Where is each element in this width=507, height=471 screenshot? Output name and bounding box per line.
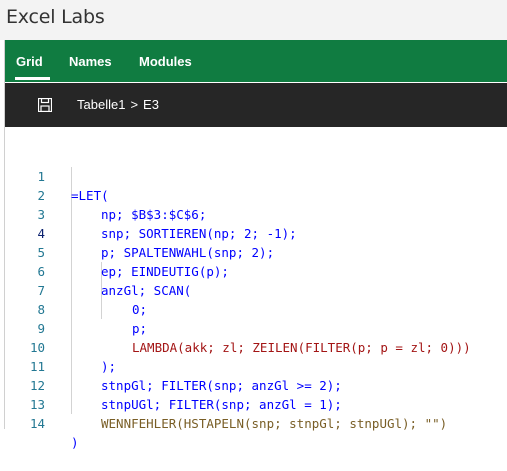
line-number: 14 <box>29 416 45 431</box>
breadcrumb-sheet[interactable]: Tabelle1 <box>77 97 125 112</box>
tab-bar: Grid Names Modules <box>5 40 507 82</box>
title-bar: Excel Labs <box>0 0 507 40</box>
breadcrumb-cell[interactable]: E3 <box>143 97 159 112</box>
code-line: 5 ep; EINDEUTIG(p); <box>5 224 507 279</box>
tab-names[interactable]: Names <box>69 54 112 69</box>
code-line: 8 p; <box>5 281 507 336</box>
tab-modules[interactable]: Modules <box>139 54 192 69</box>
save-icon[interactable] <box>38 98 52 112</box>
breadcrumb-bar: Tabelle1 > E3 <box>5 83 507 127</box>
code-text: WENNFEHLER(HSTAPELN(snp; stnpGl; stnpUGl… <box>101 416 448 431</box>
code-line: 13 WENNFEHLER(HSTAPELN(snp; stnpGl; stnp… <box>5 376 507 431</box>
active-tab-indicator <box>15 77 50 80</box>
code-line: 11 stnpGl; FILTER(snp; anzGl >= 2); <box>5 338 507 393</box>
formula-editor[interactable]: 1 =LET( 2 np; $B$3:$C$6; 3 snp; SORTIERE… <box>5 148 507 450</box>
code-line: 3 snp; SORTIEREN(np; 2; -1); <box>5 186 507 241</box>
code-line: 9 LAMBDA(akk; zl; ZEILEN(FILTER(p; p = z… <box>5 300 507 355</box>
code-line: 2 np; $B$3:$C$6; <box>5 167 507 222</box>
code-line: 14 ) <box>5 395 507 450</box>
code-line: 10 ); <box>5 319 507 374</box>
code-line: 12 stnpUGl; FILTER(snp; anzGl = 1); <box>5 357 507 412</box>
code-line: 4 p; SPALTENWAHL(snp; 2); <box>5 205 507 260</box>
breadcrumb-separator: > <box>130 97 139 112</box>
code-line: 1 =LET( <box>5 148 507 203</box>
addin-panel: Grid Names Modules Tabelle1 > E3 1 =LET( 2… <box>4 40 507 450</box>
app-title: Excel Labs <box>6 6 105 28</box>
code-line: 7 0; <box>5 262 507 317</box>
tab-grid[interactable]: Grid <box>16 54 43 69</box>
code-text: ) <box>71 435 79 450</box>
code-line: 6 anzGl; SCAN( <box>5 243 507 298</box>
breadcrumb: Tabelle1 > E3 <box>77 97 159 112</box>
